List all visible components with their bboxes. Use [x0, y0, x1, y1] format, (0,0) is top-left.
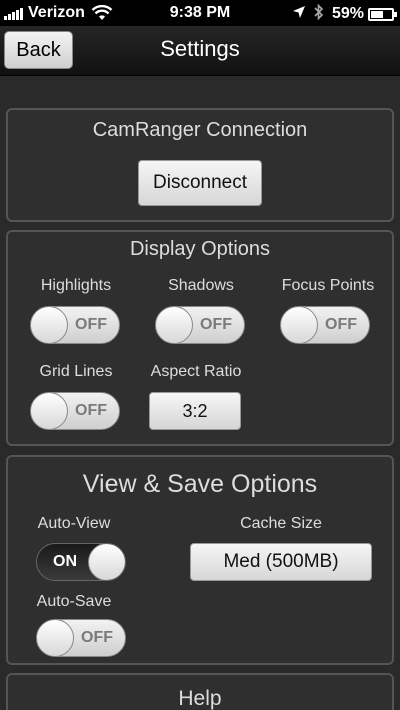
- toggle-state: OFF: [75, 316, 107, 333]
- highlights-label: Highlights: [40, 277, 112, 294]
- help-panel[interactable]: Help: [6, 673, 394, 710]
- cache-size-label: Cache Size: [240, 515, 322, 532]
- battery-icon: [368, 7, 397, 21]
- cache-size-button[interactable]: Med (500MB): [190, 543, 372, 581]
- shadows-label: Shadows: [168, 277, 234, 294]
- auto-save-toggle[interactable]: OFF: [36, 619, 126, 657]
- grid-lines-toggle[interactable]: OFF: [30, 392, 120, 430]
- page-title: Settings: [160, 36, 240, 61]
- help-title: Help: [178, 687, 222, 710]
- display-options-title: Display Options: [129, 238, 271, 260]
- highlights-toggle[interactable]: OFF: [30, 306, 120, 344]
- toggle-state: OFF: [200, 316, 232, 333]
- connection-panel: CamRanger Connection Disconnect: [6, 108, 394, 222]
- status-bar: Verizon 9:38 PM 59%: [0, 0, 400, 26]
- aspect-ratio-label: Aspect Ratio: [150, 363, 242, 380]
- display-options-panel: Display Options Highlights OFF Shadows O…: [6, 230, 394, 446]
- toggle-knob: [156, 307, 193, 343]
- toggle-state: OFF: [75, 402, 107, 419]
- status-right: 59%: [292, 3, 397, 24]
- toggle-state: ON: [53, 553, 77, 570]
- navigation-bar: Back Settings: [0, 26, 400, 76]
- toggle-knob: [37, 620, 74, 656]
- location-icon: [292, 5, 306, 23]
- bluetooth-icon: [314, 3, 324, 24]
- focus-points-toggle[interactable]: OFF: [280, 306, 370, 344]
- toggle-knob: [281, 307, 318, 343]
- auto-save-label: Auto-Save: [36, 593, 112, 610]
- battery-percent: 59%: [331, 5, 364, 22]
- toggle-knob: [88, 544, 125, 580]
- view-save-panel: View & Save Options Auto-View ON Cache S…: [6, 455, 394, 665]
- connection-title: CamRanger Connection: [92, 119, 308, 141]
- toggle-state: OFF: [325, 316, 357, 333]
- toggle-knob: [31, 307, 68, 343]
- grid-lines-label: Grid Lines: [39, 363, 113, 380]
- focus-points-label: Focus Points: [281, 277, 375, 294]
- view-save-title: View & Save Options: [82, 470, 318, 498]
- toggle-state: OFF: [81, 629, 113, 646]
- auto-view-label: Auto-View: [37, 515, 111, 532]
- aspect-ratio-button[interactable]: 3:2: [149, 392, 241, 430]
- toggle-knob: [31, 393, 68, 429]
- disconnect-button[interactable]: Disconnect: [138, 160, 262, 206]
- shadows-toggle[interactable]: OFF: [155, 306, 245, 344]
- auto-view-toggle[interactable]: ON: [36, 543, 126, 581]
- battery-fill: [371, 10, 383, 18]
